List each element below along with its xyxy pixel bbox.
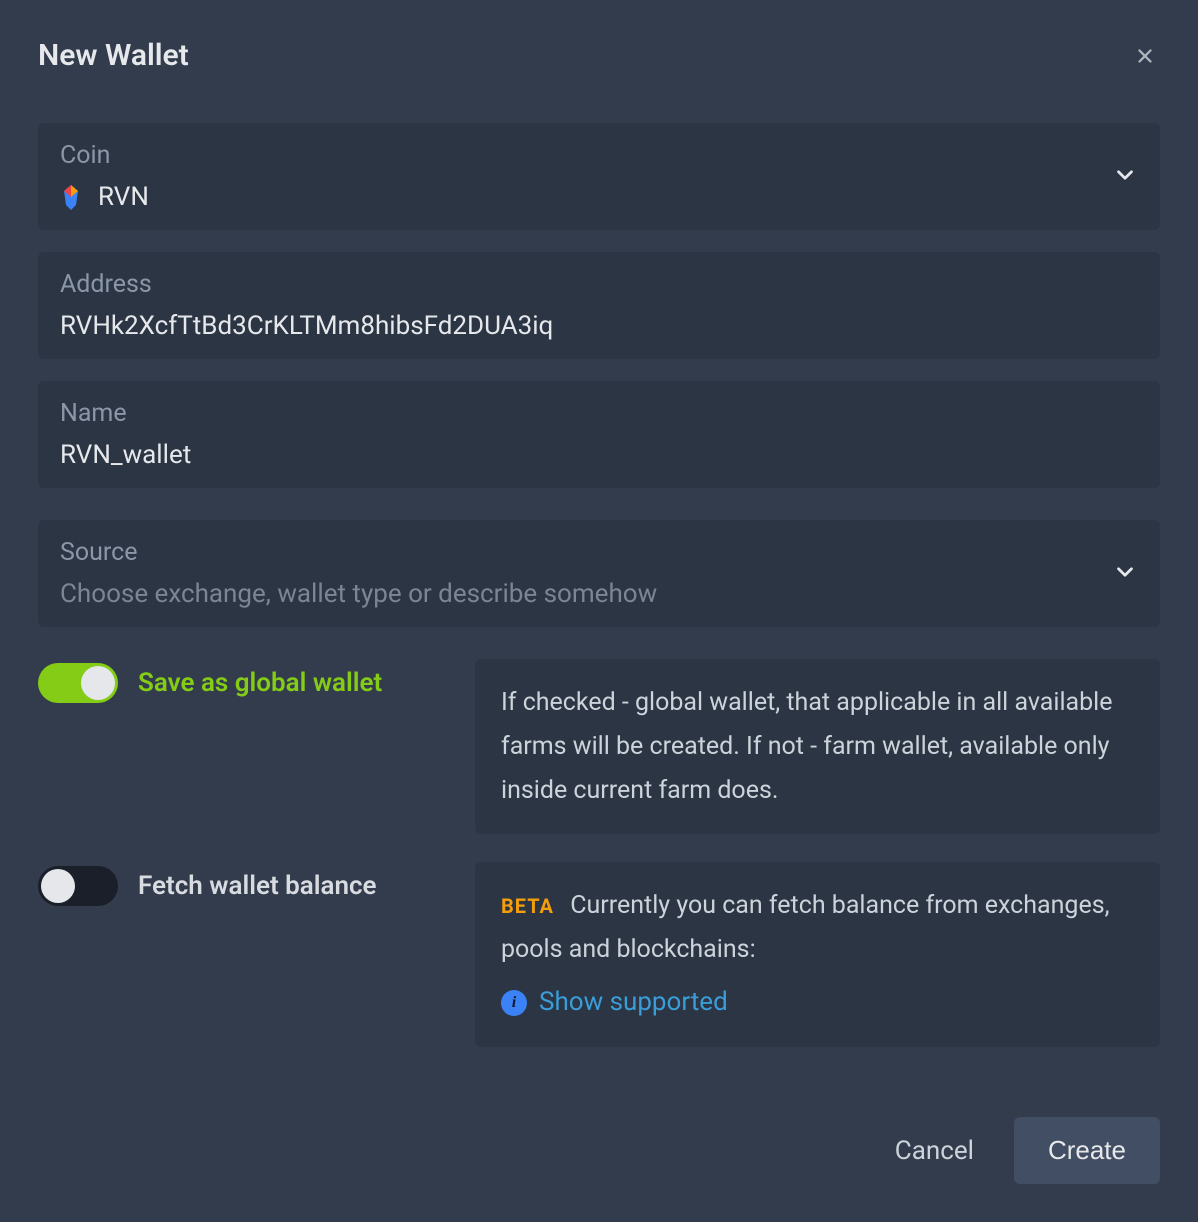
global-wallet-info: If checked - global wallet, that applica… (475, 659, 1160, 834)
toggle-knob (41, 869, 75, 903)
fetch-balance-toggle[interactable] (38, 866, 118, 906)
fetch-balance-info-text: Currently you can fetch balance from exc… (501, 891, 1110, 964)
address-value: RVHk2XcfTtBd3CrKLTMm8hibsFd2DUA3iq (60, 311, 1138, 341)
modal-body: Coin RVN Address RVHk2XcfTtBd3CrK (0, 73, 1198, 1047)
modal-header: New Wallet (0, 0, 1198, 73)
chevron-down-icon (1112, 559, 1138, 589)
show-supported-link[interactable]: Show supported (539, 980, 728, 1026)
global-wallet-label: Save as global wallet (138, 668, 382, 698)
chevron-down-icon (1112, 162, 1138, 192)
beta-badge: BETA (501, 894, 554, 918)
name-field[interactable]: Name RVN_wallet (38, 381, 1160, 488)
new-wallet-modal: New Wallet Coin RVN (0, 0, 1198, 1222)
coin-value: RVN (98, 182, 149, 212)
global-wallet-info-text: If checked - global wallet, that applica… (501, 688, 1113, 805)
cancel-button[interactable]: Cancel (885, 1120, 984, 1182)
fetch-balance-toggle-group: Fetch wallet balance (38, 862, 453, 906)
global-wallet-toggle[interactable] (38, 663, 118, 703)
coin-value-row: RVN (60, 182, 1138, 212)
info-icon: i (501, 990, 527, 1016)
name-label: Name (60, 399, 1138, 428)
close-icon (1134, 45, 1156, 67)
coin-label: Coin (60, 141, 1138, 170)
source-placeholder: Choose exchange, wallet type or describe… (60, 579, 1138, 609)
source-label: Source (60, 538, 1138, 567)
name-value: RVN_wallet (60, 440, 1138, 470)
source-field[interactable]: Source Choose exchange, wallet type or d… (38, 520, 1160, 627)
toggle-knob (81, 666, 115, 700)
close-button[interactable] (1130, 41, 1160, 71)
create-button[interactable]: Create (1014, 1117, 1160, 1184)
fetch-balance-row: Fetch wallet balance BETA Currently you … (38, 862, 1160, 1047)
address-field[interactable]: Address RVHk2XcfTtBd3CrKLTMm8hibsFd2DUA3… (38, 252, 1160, 359)
global-wallet-row: Save as global wallet If checked - globa… (38, 659, 1160, 834)
rvn-icon (60, 183, 82, 211)
fetch-balance-label: Fetch wallet balance (138, 871, 377, 901)
address-label: Address (60, 270, 1138, 299)
show-supported-row: i Show supported (501, 980, 1134, 1026)
global-wallet-toggle-group: Save as global wallet (38, 659, 453, 703)
modal-footer: Cancel Create (885, 1117, 1160, 1184)
coin-field[interactable]: Coin RVN (38, 123, 1160, 230)
fetch-balance-info: BETA Currently you can fetch balance fro… (475, 862, 1160, 1047)
modal-title: New Wallet (38, 38, 189, 73)
